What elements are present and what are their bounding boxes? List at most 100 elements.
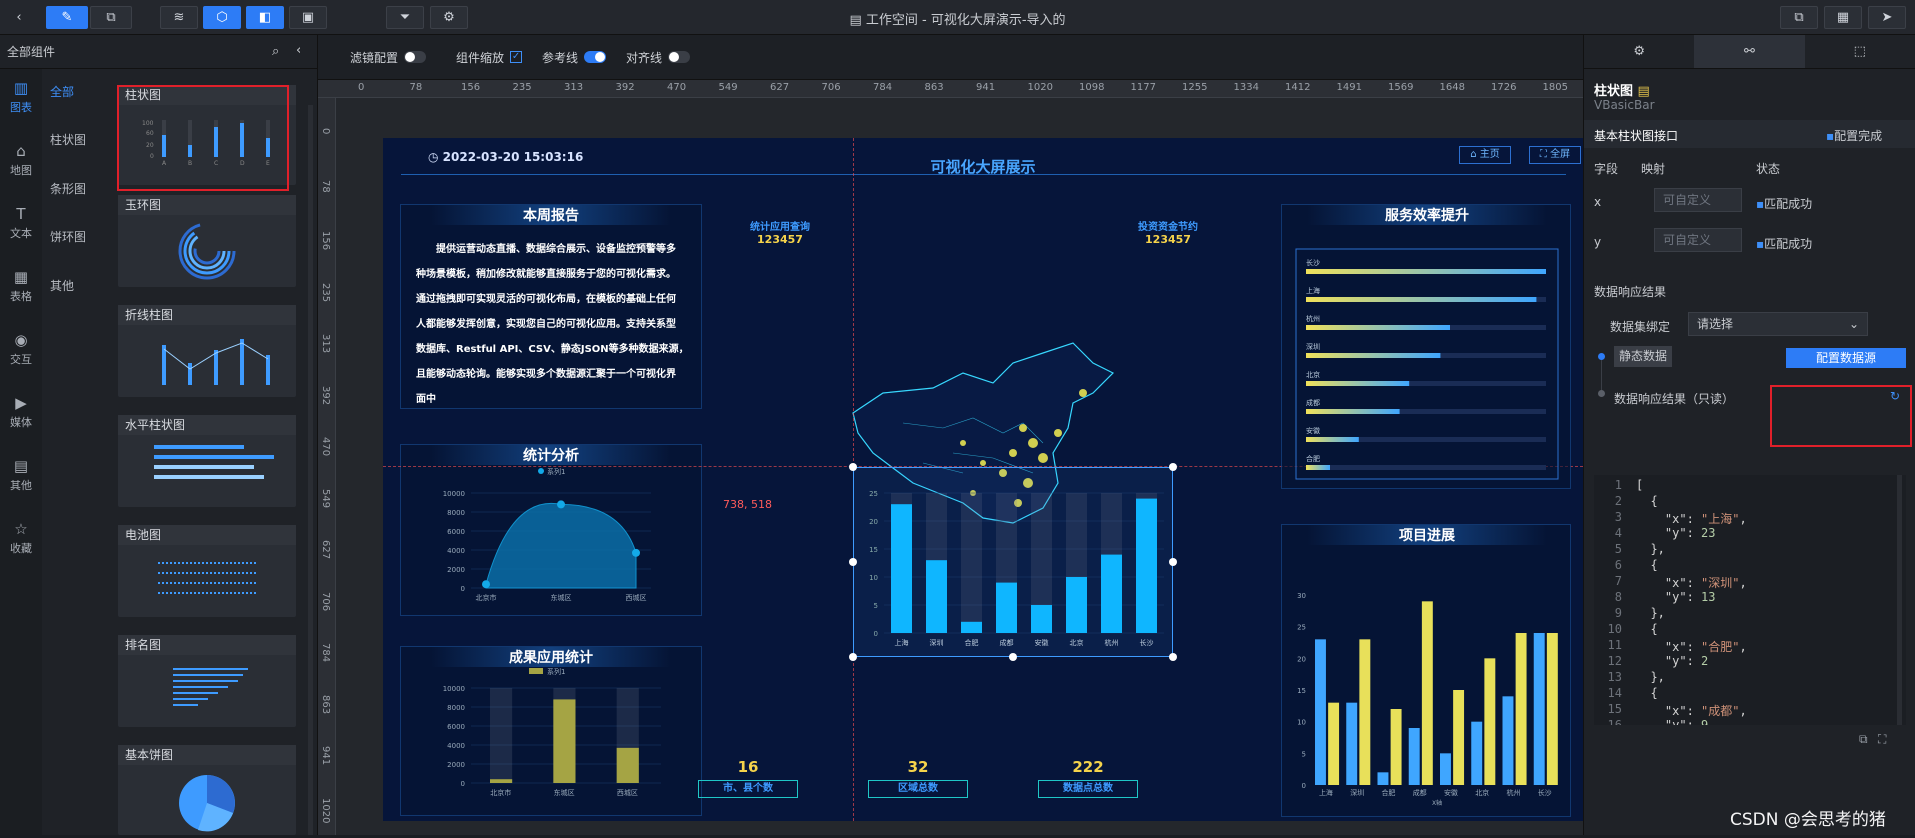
tab-data[interactable]: ⚯ — [1694, 35, 1805, 68]
publish-button[interactable]: ➤ — [1868, 6, 1906, 29]
canvas-toolbar: 滤镜配置 组件缩放 ✓ 参考线 对齐线 — [318, 35, 1583, 80]
sub-item-pie[interactable]: 饼环图 — [50, 228, 86, 245]
rail-item-chart[interactable]: ▥ 图表 — [0, 79, 42, 115]
search-icon[interactable]: ⌕ — [272, 44, 279, 59]
map-x-input[interactable]: 可自定义 — [1654, 188, 1742, 212]
state-y: ▪匹配成功 — [1756, 237, 1813, 251]
rail-item-other[interactable]: ▤ 其他 — [0, 457, 42, 493]
y-category-label: 深圳 — [1306, 342, 1320, 351]
interface-section: 基本柱状图接口 ▪配置完成 — [1584, 120, 1915, 148]
ruler-tick: 392 — [615, 82, 635, 93]
y-tick-label: 2000 — [447, 761, 465, 769]
resize-handle-tr[interactable] — [1169, 463, 1177, 471]
home-button[interactable]: ⌂ 主页 — [1459, 146, 1511, 164]
selected-bar-chart[interactable]: 0 5 10 15 20 25 上海 深圳 合肥 成都 安徽 北京 杭州 长沙 — [853, 467, 1173, 657]
component-card-ranking[interactable]: 排名图 — [118, 635, 296, 727]
ruler-tick: 549 — [320, 488, 331, 508]
filter-switch[interactable] — [404, 51, 427, 63]
fullscreen-button[interactable]: ⛶ 全屏 — [1529, 146, 1581, 164]
y-tick-label: 20 — [1297, 655, 1306, 663]
interaction-icon: ◉ — [14, 331, 28, 349]
code-line: }, — [1636, 606, 1665, 620]
ruler-tick: 1177 — [1130, 82, 1156, 93]
line-number: 3 — [1614, 510, 1622, 524]
text-icon: T — [16, 205, 26, 223]
x-tick-label: 长沙 — [1538, 788, 1552, 797]
filter-toggle[interactable]: 滤镜配置 — [350, 49, 427, 66]
bar-series-1 — [1346, 702, 1358, 785]
component-card-battery[interactable]: 电池图 — [118, 525, 296, 617]
component-card-line-bar[interactable]: 折线柱图 — [118, 305, 296, 397]
zoom-toggle[interactable]: 组件缩放 ✓ — [456, 49, 523, 66]
resize-handle-bl[interactable] — [849, 653, 857, 661]
ruler-tick: 1412 — [1285, 82, 1311, 93]
col-field: 字段 — [1594, 162, 1619, 176]
rail-item-map[interactable]: ⌂ 地图 — [0, 142, 42, 178]
scrollbar[interactable] — [308, 105, 313, 835]
resize-handle-b[interactable] — [1009, 653, 1017, 661]
y-tick-label: 10 — [1297, 719, 1306, 727]
collapse-icon[interactable]: ‹ — [296, 43, 301, 58]
rail-item-favorite[interactable]: ☆ 收藏 — [0, 520, 42, 556]
static-data-button[interactable]: 静态数据 — [1614, 346, 1672, 367]
bar — [1031, 605, 1052, 633]
y-tick-label: 0 — [874, 630, 878, 638]
config-datasource-button[interactable]: 配置数据源 — [1786, 348, 1906, 368]
code-line: }, — [1636, 670, 1665, 684]
rail-item-table[interactable]: ▦ 表格 — [0, 268, 42, 304]
tab-settings[interactable]: ⚙ — [1584, 35, 1694, 68]
align-switch[interactable] — [668, 51, 691, 63]
zoom-checkbox[interactable]: ✓ — [510, 51, 523, 63]
subcategory-nav: 全部 柱状图 条形图 饼环图 其他 — [42, 69, 108, 835]
dashboard-screen[interactable]: ◷ 2022-03-20 15:03:16 可视化大屏展示 ⌂ 主页 ⛶ 全屏 … — [383, 138, 1583, 821]
dataset-select[interactable]: 请选择 ⌄ — [1688, 312, 1868, 336]
ruler-tick: 470 — [667, 82, 687, 93]
link-icon: ⚯ — [1744, 44, 1755, 59]
sub-item-hbar[interactable]: 条形图 — [50, 180, 86, 197]
fullscreen-code-icon[interactable]: ⛶ — [1878, 732, 1886, 747]
component-card-pie[interactable]: 基本饼图 — [118, 745, 296, 835]
sub-item-all[interactable]: 全部 — [50, 83, 74, 100]
x-tick-label: 安徽 — [1444, 788, 1458, 797]
code-line: [ — [1636, 478, 1644, 492]
code-line: "x": "合肥", — [1636, 640, 1747, 654]
copy-code-icon[interactable]: ⧉ — [1859, 732, 1868, 747]
y-category-label: 成都 — [1306, 398, 1320, 407]
stat-query: 统计应用查询 123457 — [750, 222, 810, 246]
bar-series-2 — [1484, 658, 1496, 785]
x-tick-label: 北京市 — [476, 593, 497, 602]
rail-item-interaction[interactable]: ◉ 交互 — [0, 331, 42, 367]
service-title: 服务效率提升 — [1307, 205, 1547, 225]
bar-series-2 — [1328, 702, 1340, 785]
bar — [961, 621, 982, 633]
save-button[interactable]: ▦ — [1824, 6, 1862, 29]
ref-toggle[interactable]: 参考线 — [542, 49, 607, 66]
send-icon: ➤ — [1881, 10, 1893, 25]
component-card-ring[interactable]: 玉环图 — [118, 195, 296, 287]
sub-item-other[interactable]: 其他 — [50, 277, 74, 294]
results-panel: 成果应用统计 系列1 0 2000 4000 6000 8000 10000 北京市 东城区 西城… — [400, 646, 702, 816]
map-y-input[interactable]: 可自定义 — [1654, 228, 1742, 252]
resize-handle-r[interactable] — [1169, 558, 1177, 566]
resize-handle-tl[interactable] — [849, 463, 857, 471]
legend-label: 系列1 — [547, 667, 565, 676]
align-toggle[interactable]: 对齐线 — [626, 49, 691, 66]
tab-interaction[interactable]: ⬚ — [1805, 35, 1915, 68]
hbar-chart: 长沙上海杭州深圳北京成都安徽合肥 — [1295, 248, 1559, 480]
ruler-tick: 784 — [320, 643, 331, 663]
area — [485, 502, 637, 589]
home-icon: ⌂ — [1470, 149, 1480, 160]
ref-switch[interactable] — [584, 51, 607, 63]
resize-handle-br[interactable] — [1169, 653, 1177, 661]
component-card-hbar[interactable]: 水平柱状图 — [118, 415, 296, 507]
code-line: "x": "成都", — [1636, 704, 1747, 718]
bar — [1136, 498, 1157, 633]
rail-item-media[interactable]: ▶ 媒体 — [0, 394, 42, 430]
rail-item-text[interactable]: T 文本 — [0, 205, 42, 241]
battery-thumbnail — [158, 562, 258, 594]
refresh-icon[interactable]: ↻ — [1890, 389, 1900, 403]
resize-handle-l[interactable] — [849, 558, 857, 566]
copy-button[interactable]: ⧉ — [1780, 6, 1818, 29]
sub-item-bar[interactable]: 柱状图 — [50, 131, 86, 148]
code-scrollbar[interactable] — [1897, 475, 1902, 725]
